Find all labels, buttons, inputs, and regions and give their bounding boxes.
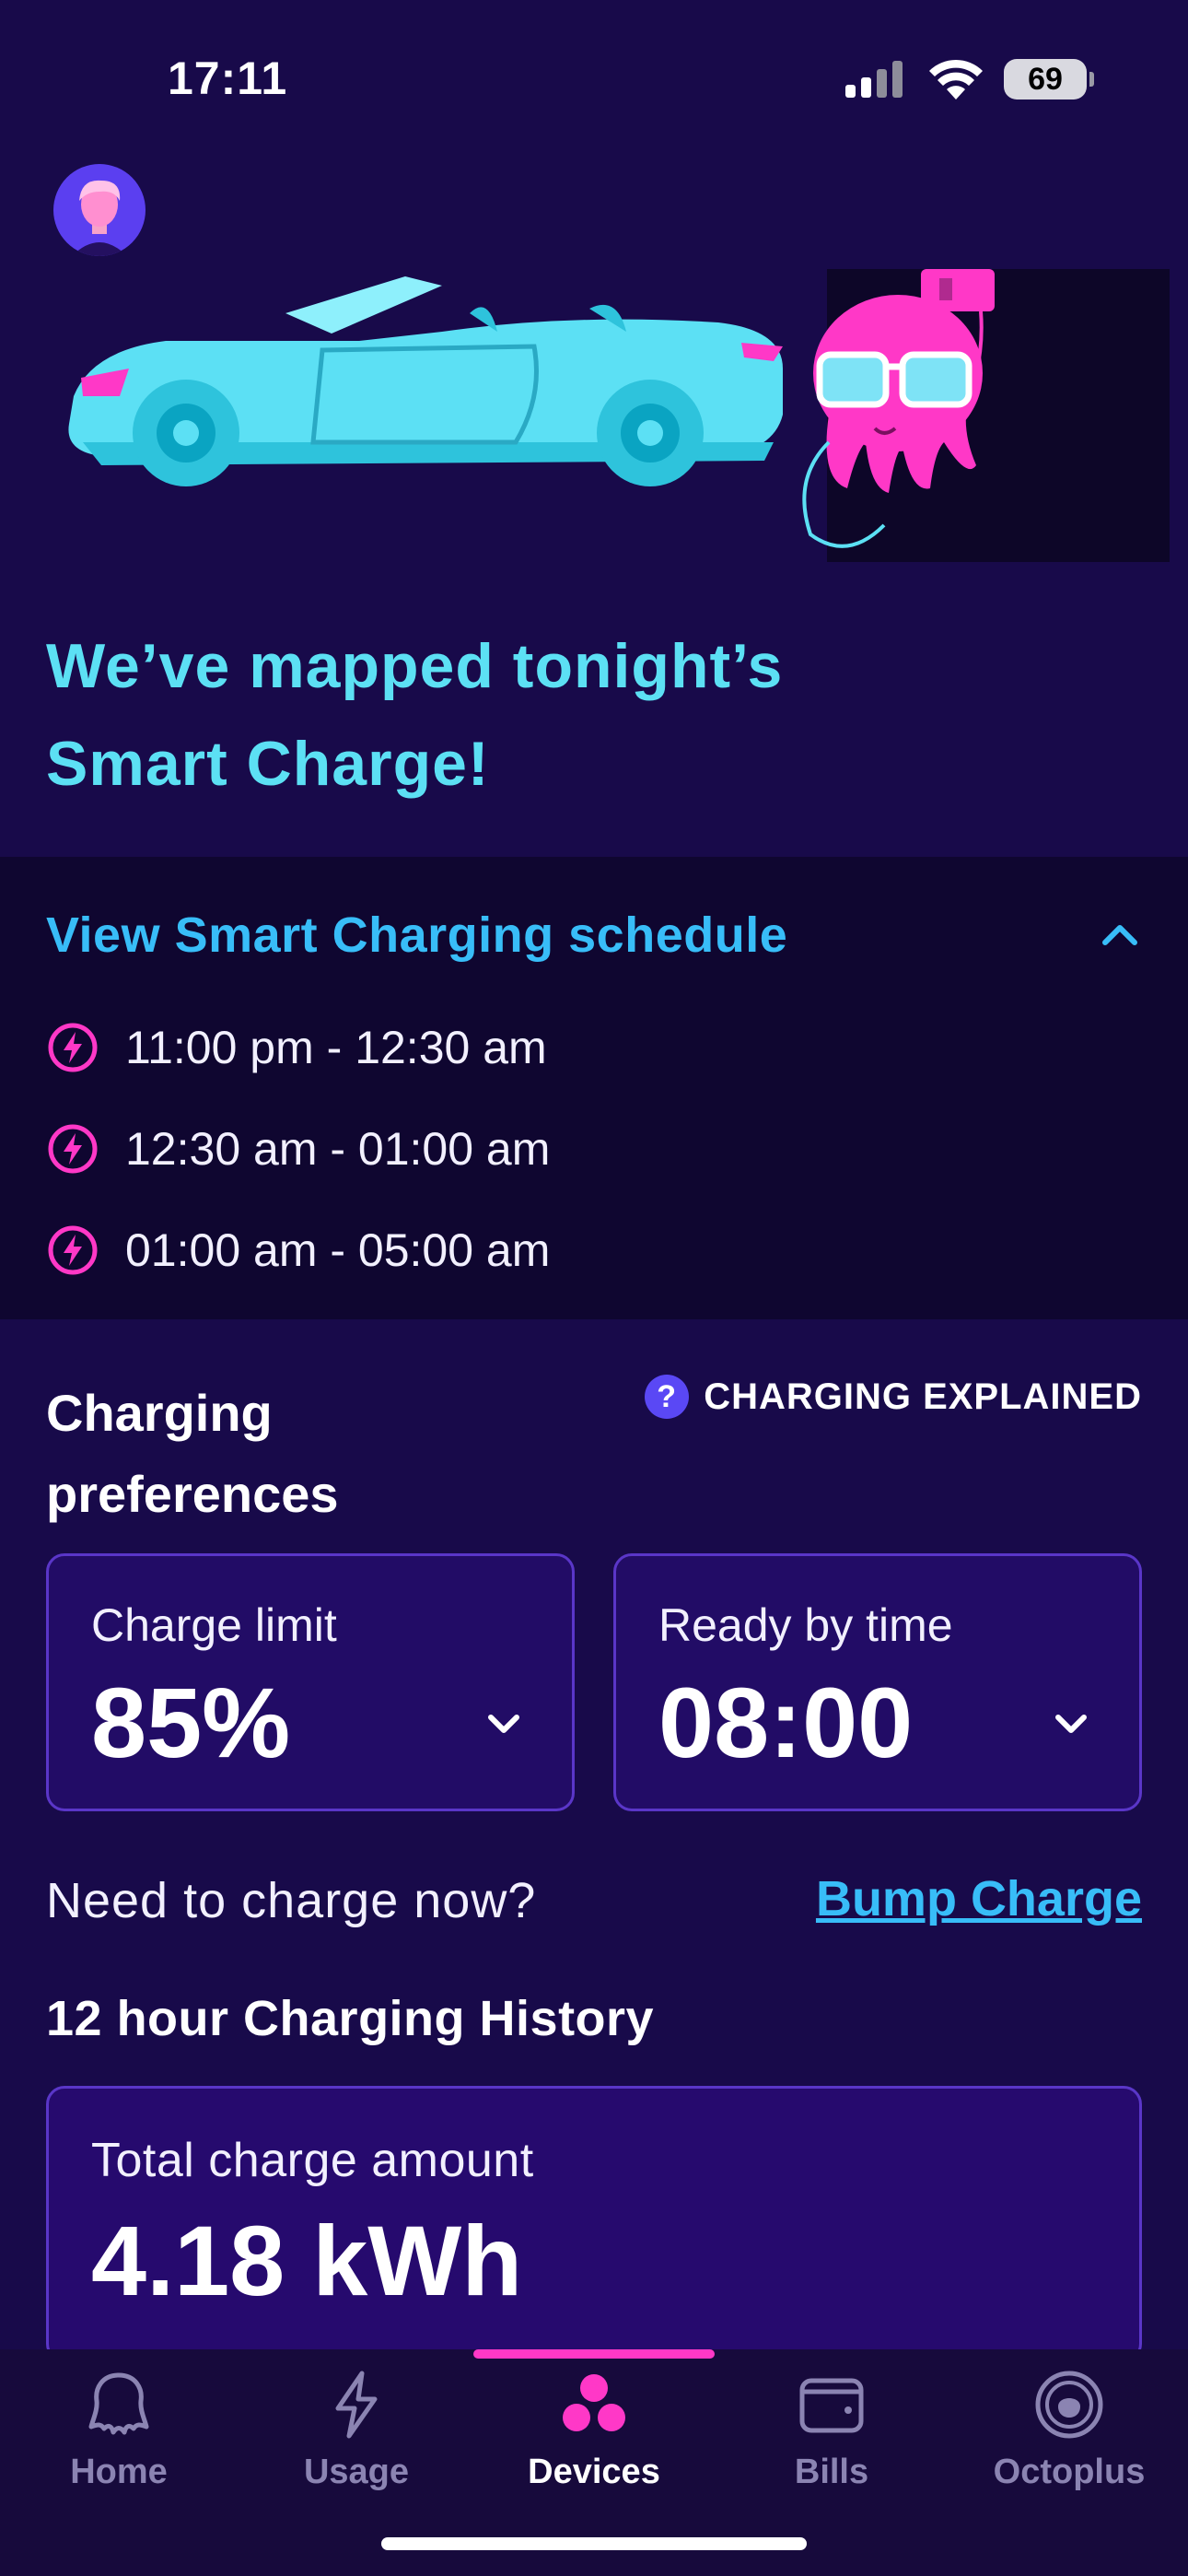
charging-history-title: 12 hour Charging History: [46, 1991, 655, 2046]
charging-preferences-title: Charging preferences: [46, 1384, 339, 1523]
schedule-slot-time: 12:30 am - 01:00 am: [125, 1123, 551, 1175]
chevron-down-icon: [488, 1715, 519, 1733]
ready-by-time-value: 08:00: [658, 1667, 914, 1778]
avatar-icon: [72, 180, 127, 256]
home-indicator[interactable]: [381, 2537, 807, 2550]
tab-devices[interactable]: Devices: [475, 2349, 713, 2524]
charging-explained-link[interactable]: ? CHARGING EXPLAINED: [645, 1375, 1142, 1419]
headline-line-1: We’ve mapped tonight’s: [46, 631, 784, 701]
tab-home[interactable]: Home: [0, 2349, 238, 2524]
headline-line-2: Smart Charge!: [46, 729, 490, 799]
bolt-icon: [335, 2371, 378, 2439]
schedule-slot: 11:00 pm - 12:30 am: [46, 1021, 547, 1074]
bump-charge-link[interactable]: Bump Charge: [816, 1870, 1142, 1927]
status-bar: 17:11 69: [0, 0, 1188, 157]
bolt-circle-icon: [48, 1023, 98, 1072]
status-time: 17:11: [168, 53, 288, 104]
schedule-slot: 12:30 am - 01:00 am: [46, 1122, 550, 1176]
tab-label: Octoplus: [993, 2453, 1146, 2491]
tab-label: Usage: [303, 2453, 410, 2491]
charge-limit-value: 85%: [91, 1667, 291, 1778]
page-headline: We’ve mapped tonight’s Smart Charge!: [46, 617, 1059, 813]
help-icon: ?: [645, 1375, 690, 1419]
tab-label: Home: [70, 2453, 168, 2491]
battery-level: 69: [1028, 61, 1063, 97]
total-charge-value: 4.18 kWh: [91, 2205, 523, 2316]
bolt-circle-icon: [48, 1124, 98, 1174]
ready-by-time-selector[interactable]: Ready by time 08:00: [613, 1553, 1142, 1811]
wifi-icon: [929, 59, 983, 100]
cellular-signal-icon: [845, 61, 903, 98]
hero-illustration: [55, 258, 1170, 571]
charging-explained-label: CHARGING EXPLAINED: [704, 1376, 1142, 1417]
smart-charging-schedule: View Smart Charging schedule 11:00 pm - …: [0, 857, 1188, 1319]
schedule-slot: 01:00 am - 05:00 am: [46, 1224, 550, 1277]
car-charging-illustration: [68, 269, 1170, 562]
schedule-slot-time: 01:00 am - 05:00 am: [125, 1224, 551, 1276]
charge-limit-selector[interactable]: Charge limit 85%: [46, 1553, 575, 1811]
tab-octoplus[interactable]: Octoplus: [950, 2349, 1188, 2524]
schedule-title: View Smart Charging schedule: [46, 907, 788, 963]
battery-icon: 69: [1004, 59, 1094, 100]
chevron-up-icon: [1102, 925, 1137, 945]
status-icons: 69: [844, 59, 1094, 100]
tab-label: Bills: [794, 2453, 869, 2491]
octopus-icon: [88, 2372, 149, 2435]
tab-usage[interactable]: Usage: [238, 2349, 475, 2524]
total-charge-label: Total charge amount: [91, 2134, 534, 2187]
chevron-down-icon: [1055, 1715, 1087, 1733]
bolt-circle-icon: [48, 1225, 98, 1275]
wallet-icon: [799, 2378, 864, 2433]
tab-bills[interactable]: Bills: [713, 2349, 950, 2524]
ready-by-time-label: Ready by time: [658, 1599, 953, 1651]
schedule-slot-time: 11:00 pm - 12:30 am: [125, 1022, 547, 1073]
schedule-toggle[interactable]: View Smart Charging schedule: [46, 903, 1142, 967]
devices-icon: [563, 2374, 625, 2431]
charge-limit-label: Charge limit: [91, 1599, 337, 1651]
octoplus-icon: [1035, 2371, 1103, 2439]
total-charge-card: Total charge amount 4.18 kWh: [46, 2086, 1142, 2362]
avatar[interactable]: [53, 164, 146, 256]
tab-label: Devices: [528, 2453, 660, 2491]
need-to-charge-prompt: Need to charge now?: [46, 1873, 537, 1928]
